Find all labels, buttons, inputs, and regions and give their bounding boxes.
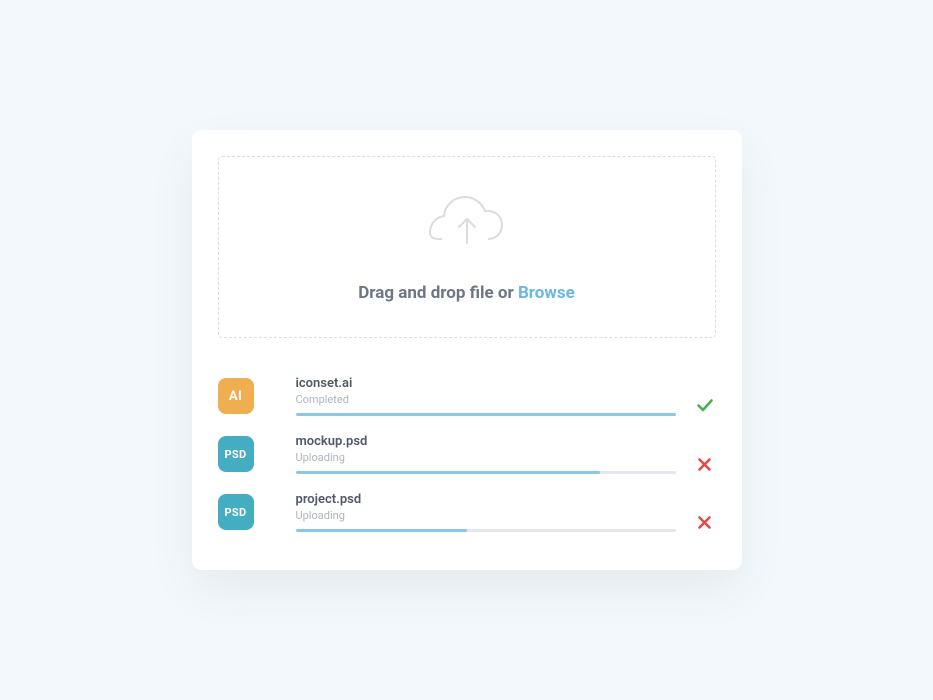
cancel-upload-icon[interactable] (694, 457, 716, 474)
file-name: mockup.psd (296, 434, 676, 449)
file-row: PSD mockup.psd Uploading (218, 424, 716, 482)
dropzone[interactable]: Drag and drop file or Browse (218, 156, 716, 338)
file-name: project.psd (296, 492, 676, 507)
file-info: iconset.ai Completed (272, 376, 676, 416)
file-row: AI iconset.ai Completed (218, 366, 716, 424)
file-type-badge: AI (218, 378, 254, 414)
file-status: Completed (296, 393, 676, 406)
dropzone-prompt: Drag and drop file or Browse (239, 283, 695, 303)
cancel-upload-icon[interactable] (694, 515, 716, 532)
progress-fill (296, 471, 600, 474)
file-row: PSD project.psd Uploading (218, 482, 716, 540)
file-status: Uploading (296, 509, 676, 522)
file-info: project.psd Uploading (272, 492, 676, 532)
progress-bar (296, 413, 676, 416)
file-list: AI iconset.ai Completed PSD mockup.psd U… (218, 366, 716, 540)
progress-bar (296, 529, 676, 532)
browse-link[interactable]: Browse (518, 283, 575, 303)
progress-fill (296, 529, 467, 532)
progress-bar (296, 471, 676, 474)
file-type-badge: PSD (218, 494, 254, 530)
complete-check-icon[interactable] (694, 396, 716, 416)
upload-card: Drag and drop file or Browse AI iconset.… (192, 130, 742, 570)
prompt-text: Drag and drop file or (358, 283, 518, 303)
file-info: mockup.psd Uploading (272, 434, 676, 474)
file-type-badge: PSD (218, 436, 254, 472)
cloud-upload-icon (239, 195, 695, 255)
progress-fill (296, 413, 676, 416)
file-name: iconset.ai (296, 376, 676, 391)
file-status: Uploading (296, 451, 676, 464)
